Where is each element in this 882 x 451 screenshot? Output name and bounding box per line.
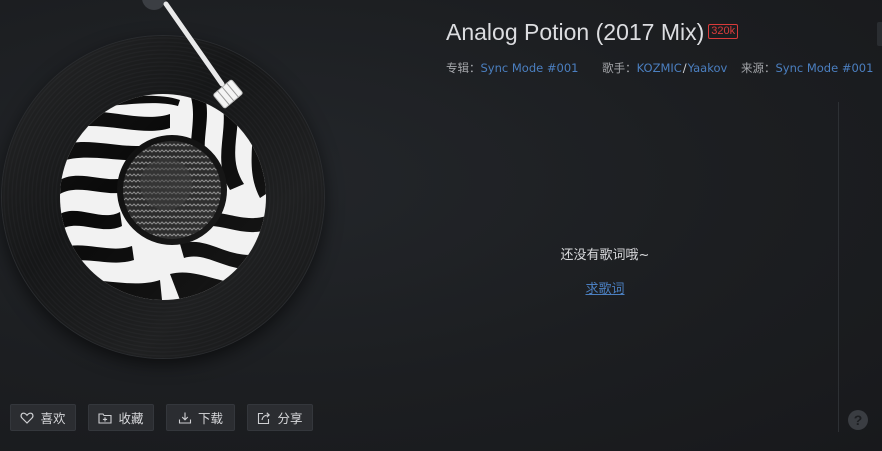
help-icon[interactable]: ?: [848, 410, 868, 430]
share-label: 分享: [277, 411, 303, 426]
artist-link-yaakov[interactable]: Yaakov: [688, 61, 728, 75]
now-playing-view: Analog Potion (2017 Mix) 320k 专辑：Sync Mod…: [0, 0, 882, 451]
tonearm: [142, 0, 243, 109]
lyrics-scrollbar[interactable]: [838, 102, 839, 432]
folder-plus-icon: [98, 412, 113, 424]
song-title-text: Analog Potion (2017 Mix): [446, 19, 705, 45]
artist-separator: /: [682, 61, 687, 75]
artist-label: 歌手：: [602, 61, 637, 75]
album-label: 专辑：: [446, 61, 481, 75]
source-label: 来源：: [740, 61, 776, 75]
panel-edge-tab[interactable]: [877, 22, 882, 46]
download-icon: [178, 412, 192, 424]
song-title: Analog Potion (2017 Mix) 320k: [446, 19, 739, 46]
album-link[interactable]: Sync Mode #001: [481, 61, 579, 75]
heart-icon: [20, 412, 34, 424]
collect-button[interactable]: 收藏: [88, 404, 154, 431]
request-lyrics: 求歌词: [505, 278, 705, 297]
song-meta: 专辑：Sync Mode #001 歌手：KOZMIC/Yaakov 来源：Sy…: [446, 60, 873, 76]
download-button[interactable]: 下载: [166, 404, 235, 431]
share-icon: [258, 411, 271, 424]
collect-label: 收藏: [118, 411, 144, 426]
no-lyrics-message: 还没有歌词哦~: [560, 248, 650, 263]
artist-link-kozmic[interactable]: KOZMIC: [637, 61, 682, 75]
quality-badge[interactable]: 320k: [708, 24, 739, 40]
share-button[interactable]: 分享: [247, 404, 313, 431]
source-link[interactable]: Sync Mode #001: [775, 61, 873, 75]
like-button[interactable]: 喜欢: [10, 404, 76, 431]
download-label: 下载: [197, 411, 223, 426]
request-lyrics-link[interactable]: 求歌词: [585, 282, 624, 297]
like-label: 喜欢: [40, 411, 66, 426]
